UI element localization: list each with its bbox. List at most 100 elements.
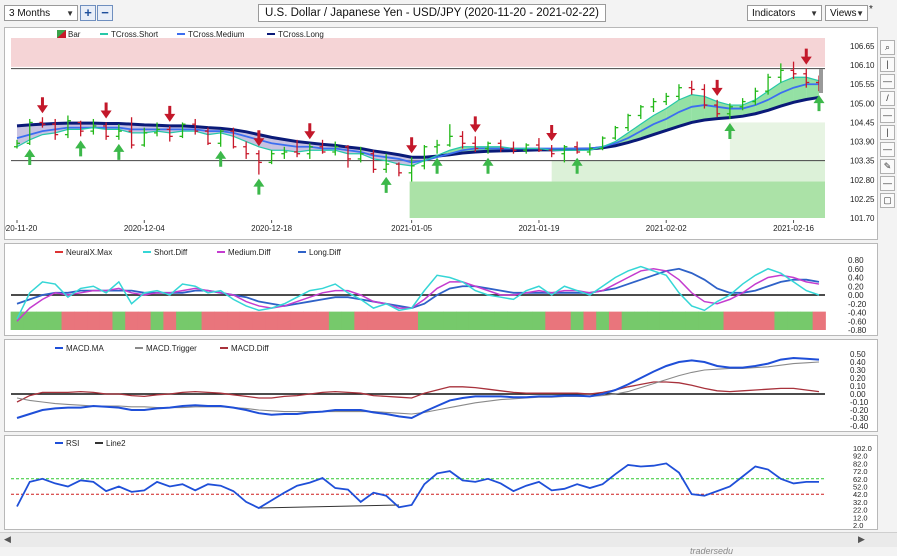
x-tick-label: 2021-02-16 bbox=[773, 224, 814, 233]
neuralx-bar bbox=[112, 311, 126, 330]
neuralx-bar bbox=[214, 311, 228, 330]
neuralx-bar bbox=[545, 311, 559, 330]
x-tick-label: 2020-12-04 bbox=[124, 224, 165, 233]
macd-ma-legend: MACD.MA bbox=[66, 344, 104, 353]
neuralx-bar bbox=[659, 311, 674, 330]
y-tick-label: 106.10 bbox=[850, 61, 875, 70]
macd-trigger-legend: MACD.Trigger bbox=[146, 344, 197, 353]
tcross-medium-legend: TCross.Medium bbox=[188, 30, 245, 39]
horizontal-line-icon[interactable]: — bbox=[880, 74, 895, 89]
y-tick-label: -0.60 bbox=[848, 317, 867, 326]
macd-pane: MACD.MA MACD.Trigger MACD.Diff 0.50 0.40 0.30… bbox=[4, 339, 878, 432]
y-tick-label: 106.65 bbox=[850, 42, 875, 51]
sell-signal-arrow bbox=[164, 105, 176, 122]
neuralx-bar bbox=[316, 311, 330, 330]
y-tick-label: -0.40 bbox=[848, 309, 867, 318]
y-tick-label: 0.20 bbox=[848, 282, 864, 291]
sell-signal-arrow bbox=[546, 125, 558, 142]
neuralx-bar bbox=[201, 311, 215, 330]
indicators-select[interactable]: Indicators ▼ bbox=[747, 5, 822, 21]
sell-signal-arrow bbox=[469, 116, 481, 133]
scroll-right-icon[interactable]: ▶ bbox=[858, 534, 865, 545]
period-select[interactable]: 3 Months ▼ bbox=[4, 5, 78, 21]
x-tick-label: 2021-01-05 bbox=[391, 224, 432, 233]
y-tick-label: 103.90 bbox=[850, 138, 875, 147]
ray-icon[interactable]: — bbox=[880, 176, 895, 191]
neuralx-bar bbox=[596, 311, 610, 330]
tcross-fill bbox=[704, 96, 718, 121]
neuralx-pane: NeuralX.Max Short.Diff Medium.Diff Long.Dif… bbox=[4, 243, 878, 336]
y-tick-label: 0.60 bbox=[848, 265, 864, 274]
neuralx-bar bbox=[125, 311, 139, 330]
neuralx-bar bbox=[698, 311, 712, 330]
neuralx-bar bbox=[303, 311, 317, 330]
horizontal-scrollbar[interactable]: ◀ ▶ bbox=[0, 532, 897, 547]
neuralx-bar bbox=[341, 311, 355, 330]
neuralx-bar bbox=[74, 311, 88, 330]
short-diff-line bbox=[16, 265, 820, 320]
macd-ma-line bbox=[16, 356, 820, 420]
y-tick-label: 0.00 bbox=[848, 291, 864, 300]
neuralx-bar bbox=[608, 311, 623, 330]
neuralx-bar bbox=[99, 311, 113, 330]
neuralx-bar bbox=[812, 311, 826, 330]
neuralx-bar bbox=[61, 311, 75, 330]
neuralx-bar bbox=[672, 311, 686, 330]
y-tick-label: 103.35 bbox=[850, 157, 875, 166]
neuralx-bar bbox=[507, 311, 521, 330]
macd-diff-line bbox=[16, 381, 820, 403]
zoom-icon[interactable]: ⌕ bbox=[880, 40, 895, 55]
vertical-line-icon[interactable]: | bbox=[880, 57, 895, 72]
line2-trendline bbox=[258, 504, 399, 509]
trend-line-icon[interactable]: / bbox=[880, 91, 895, 106]
star-icon[interactable]: * bbox=[869, 4, 873, 15]
chart-title: U.S. Dollar / Japanese Yen - USD/JPY (20… bbox=[258, 4, 606, 22]
pencil-icon[interactable]: ✎ bbox=[880, 159, 895, 174]
macd-chart[interactable]: MACD.MA MACD.Trigger MACD.Diff0.500.400.30… bbox=[5, 340, 877, 431]
neuralx-bar bbox=[456, 311, 470, 330]
long-diff-legend: Long.Diff bbox=[309, 248, 342, 257]
macd-diff-legend: MACD.Diff bbox=[231, 344, 269, 353]
rectangle-icon[interactable]: ▢ bbox=[880, 193, 895, 208]
neuralx-bar bbox=[87, 311, 101, 330]
cursor-line-icon[interactable]: | bbox=[880, 125, 895, 140]
neuralx-bar bbox=[379, 311, 394, 330]
channel-icon[interactable]: — bbox=[880, 142, 895, 157]
neuralx-bar bbox=[239, 311, 254, 330]
price-chart[interactable]: Bar TCross.Short TCross.Medium TCross.Long 1… bbox=[5, 28, 877, 239]
indicators-select-label: Indicators bbox=[752, 8, 796, 19]
sell-signal-arrow bbox=[36, 97, 48, 114]
remove-chart-button[interactable]: − bbox=[97, 5, 113, 21]
neuralx-bar bbox=[774, 311, 788, 330]
level-line-icon[interactable]: — bbox=[880, 108, 895, 123]
neuralx-bar bbox=[748, 311, 763, 330]
y-tick-label: 102.80 bbox=[850, 176, 875, 185]
neuralx-bar bbox=[23, 311, 37, 330]
neuralx-bar bbox=[418, 311, 432, 330]
y-tick-label: 104.45 bbox=[850, 118, 875, 127]
x-tick-label: 2020-12-18 bbox=[251, 224, 292, 233]
support-zone bbox=[409, 181, 825, 218]
y-tick-label: 0.80 bbox=[848, 256, 864, 265]
buy-signal-arrow bbox=[380, 176, 392, 193]
sell-signal-arrow bbox=[100, 102, 112, 119]
neuralx-bar bbox=[163, 311, 177, 330]
neuralx-bar bbox=[787, 311, 801, 330]
macd-trigger-line bbox=[16, 361, 820, 415]
scroll-left-icon[interactable]: ◀ bbox=[4, 534, 11, 545]
rsi-pane: RSI Line2 102.0 92.0 82.0 72.0 62.0 52.0 42.0 32.… bbox=[4, 435, 878, 530]
sell-signal-arrow bbox=[711, 79, 723, 96]
neuralx-bar bbox=[290, 311, 304, 330]
neuralx-bar bbox=[761, 311, 775, 330]
neuralx-bar bbox=[723, 311, 737, 330]
sell-signal-arrow bbox=[304, 123, 316, 140]
rsi-chart[interactable]: RSI Line2102.092.082.072.062.052.042.032.… bbox=[5, 436, 877, 529]
medium-diff-legend: Medium.Diff bbox=[228, 248, 271, 257]
neuralx-chart[interactable]: NeuralX.Max Short.Diff Medium.Diff Long.Dif… bbox=[5, 244, 877, 335]
add-chart-button[interactable]: + bbox=[80, 5, 96, 21]
price-marker bbox=[819, 69, 823, 94]
chevron-down-icon: ▼ bbox=[810, 9, 818, 18]
views-select[interactable]: Views ▼ bbox=[825, 5, 868, 21]
neuralx-bar bbox=[736, 311, 750, 330]
toolbar: 3 Months ▼ + − U.S. Dollar / Japanese Ye… bbox=[0, 0, 897, 28]
